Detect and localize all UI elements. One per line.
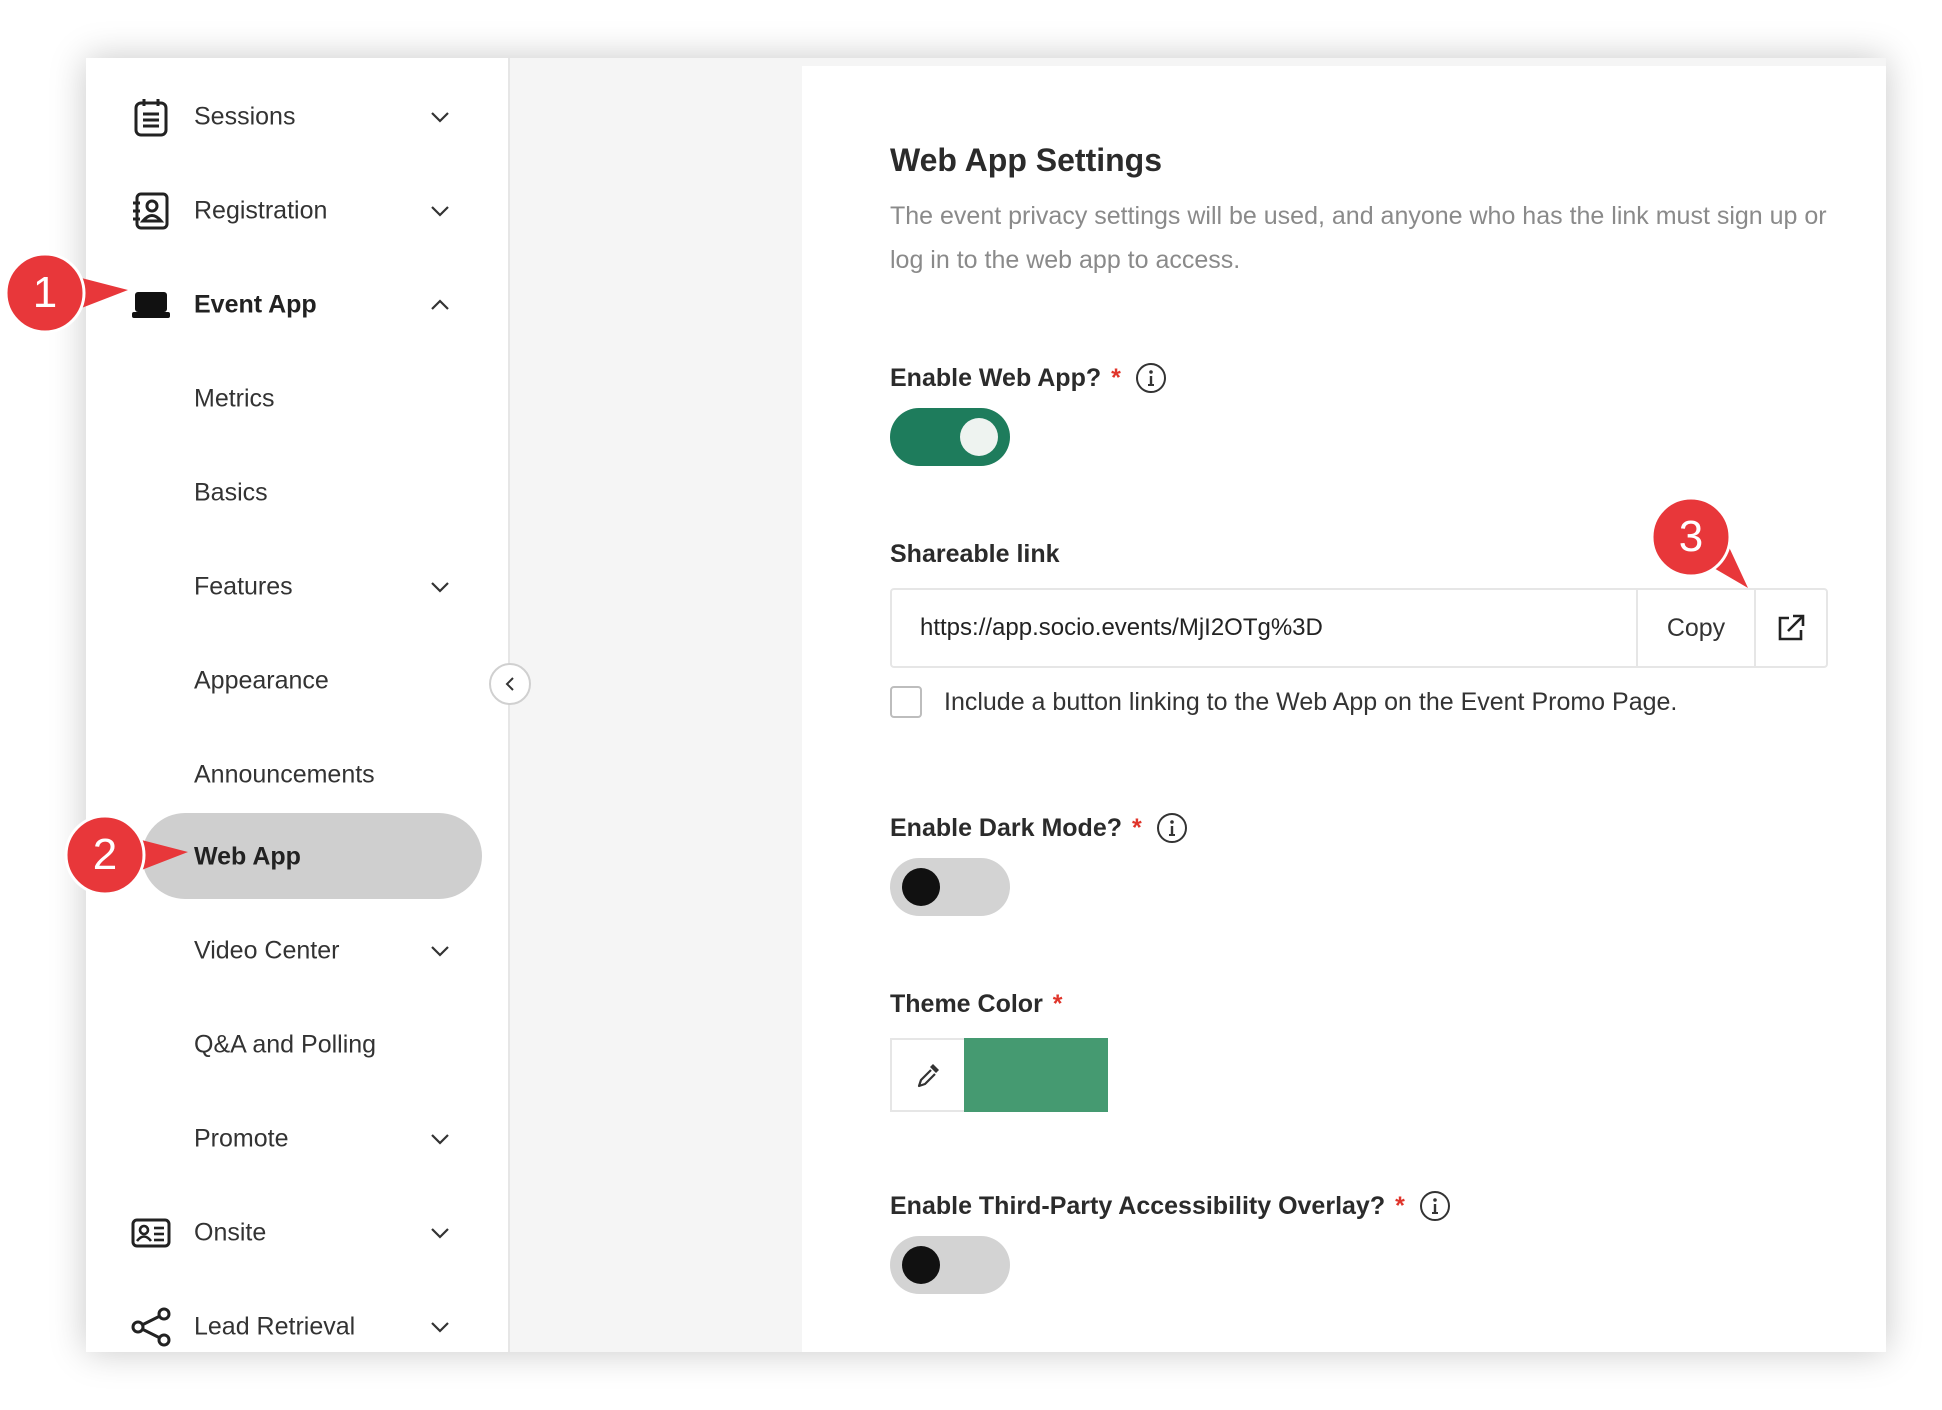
sidebar-item-event-app[interactable]: Event App [86,260,510,350]
chevron-up-icon [426,291,454,319]
sidebar-item-label: Metrics [194,384,275,413]
sidebar-item-label: Onsite [194,1218,267,1247]
sidebar-item-lead-retrieval[interactable]: Lead Retrieval [86,1282,510,1352]
web-app-settings-panel: Web App Settings The event privacy setti… [802,66,1886,1352]
sidebar-item-label: Sessions [194,102,296,131]
promo-page-checkbox[interactable] [890,686,922,718]
sidebar-item-qa-polling[interactable]: Q&A and Polling [86,1000,510,1090]
settings-description: The event privacy settings will be used,… [890,202,1827,274]
chevron-left-icon [505,677,514,691]
registration-icon [128,188,174,234]
toggle-knob [902,868,940,906]
sidebar-item-video-center[interactable]: Video Center [86,906,510,996]
sidebar-item-sessions[interactable]: Sessions [86,72,510,162]
required-mark: * [1111,363,1121,392]
sidebar-item-label: Video Center [194,936,340,965]
app-window: Sessions Registration Event App Metrics … [86,58,1886,1352]
promo-page-checkbox-label: Include a button linking to the Web App … [944,687,1678,716]
toggle-knob [902,1246,940,1284]
enable-dark-mode-label: Enable Dark Mode? * [890,812,1188,844]
sidebar-item-promote[interactable]: Promote [86,1094,510,1184]
sidebar-item-label: Event App [194,290,317,319]
sidebar-item-appearance[interactable]: Appearance [86,636,510,726]
enable-dark-mode-toggle[interactable] [890,858,1010,916]
toggle-knob [960,418,998,456]
chevron-down-icon [426,1219,454,1247]
info-icon[interactable] [1156,812,1188,844]
sidebar-item-label: Q&A and Polling [194,1030,377,1059]
callout-marker-3: 3 [1650,496,1748,588]
chevron-down-icon [426,1313,454,1341]
enable-web-app-toggle[interactable] [890,408,1010,466]
chevron-down-icon [426,197,454,225]
sidebar-item-label: Announcements [194,760,375,789]
sidebar: Sessions Registration Event App Metrics … [86,58,510,1352]
required-mark: * [1132,813,1142,842]
callout-number: 3 [1678,512,1704,561]
sessions-icon [128,94,174,140]
sidebar-item-label: Basics [194,478,268,507]
accessibility-overlay-toggle[interactable] [890,1236,1010,1294]
sidebar-item-onsite[interactable]: Onsite [86,1188,510,1278]
theme-color-swatch[interactable] [964,1038,1108,1112]
required-mark: * [1052,990,1063,1018]
lead-retrieval-icon [128,1304,174,1350]
callout-number: 2 [92,830,118,879]
enable-web-app-label: Enable Web App? * [890,362,1167,394]
callout-number: 1 [32,268,58,317]
eyedropper-icon[interactable] [892,1040,964,1110]
shareable-link-label: Shareable link [890,540,1060,568]
external-link-icon [1778,614,1805,641]
info-icon[interactable] [1135,362,1167,394]
shareable-link-input[interactable] [920,590,1620,666]
sidebar-item-label: Promote [194,1124,289,1153]
callout-marker-2: 2 [64,814,188,896]
sidebar-item-metrics[interactable]: Metrics [86,354,510,444]
callout-marker-1: 1 [4,252,128,334]
sidebar-item-label: Registration [194,196,328,225]
onsite-icon [128,1210,174,1256]
chevron-down-icon [426,937,454,965]
accessibility-overlay-label: Enable Third-Party Accessibility Overlay… [890,1190,1451,1222]
info-icon[interactable] [1419,1190,1451,1222]
sidebar-item-label: Features [194,572,293,601]
field-label-text: Enable Web App? [890,363,1102,392]
field-label-text: Theme Color [890,990,1043,1018]
sidebar-item-label: Appearance [194,666,329,695]
collapse-sidebar-button[interactable] [489,663,531,705]
chevron-down-icon [426,103,454,131]
chevron-down-icon [426,1125,454,1153]
sidebar-item-label: Web App [194,842,301,871]
sidebar-item-label: Lead Retrieval [194,1312,356,1341]
theme-color-picker[interactable] [890,1038,1108,1112]
field-label-text: Enable Dark Mode? [890,813,1122,842]
field-label-text: Enable Third-Party Accessibility Overlay… [890,1191,1386,1220]
page-title: Web App Settings [890,142,1162,178]
sidebar-item-announcements[interactable]: Announcements [86,730,510,820]
sidebar-item-basics[interactable]: Basics [86,448,510,538]
sidebar-item-registration[interactable]: Registration [86,166,510,256]
sidebar-item-features[interactable]: Features [86,542,510,632]
required-mark: * [1395,1191,1405,1220]
theme-color-label: Theme Color * [890,990,1063,1019]
open-link-button[interactable] [1754,590,1826,666]
chevron-down-icon [426,573,454,601]
promo-page-checkbox-row[interactable]: Include a button linking to the Web App … [890,686,1677,718]
